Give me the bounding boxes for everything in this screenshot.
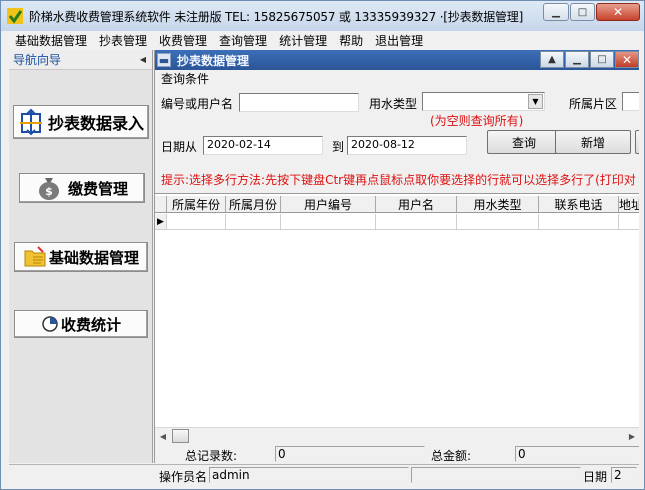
collapse-arrow-icon[interactable]: ◀: [140, 55, 146, 64]
menu-query[interactable]: 查询管理: [213, 32, 273, 49]
sidebar-item-label: 缴费管理: [67, 179, 128, 198]
scroll-left-icon[interactable]: ◀: [155, 429, 171, 444]
menu-exit[interactable]: 退出管理: [369, 32, 429, 49]
child-close-button[interactable]: ✕: [615, 51, 639, 68]
col-header-water-type[interactable]: 用水类型: [457, 196, 539, 212]
sidebar-item-payment[interactable]: $ 缴费管理: [19, 173, 145, 203]
query-button[interactable]: 查询: [487, 130, 561, 154]
status-bar: 操作员名 admin 日期 2: [9, 464, 639, 484]
area-select[interactable]: [622, 92, 639, 111]
title-bar: 阶梯水费收费管理系统软件 未注册版 TEL: 15825675057 或 133…: [1, 1, 644, 31]
child-title-bar: ▬ 抄表数据管理 ▲ ▁ □ ✕: [155, 50, 639, 70]
query-group-label: 查询条件: [161, 72, 210, 86]
status-spacer: [411, 467, 581, 483]
sidebar-item-label: 抄表数据录入: [47, 114, 144, 133]
col-header-month[interactable]: 所属月份: [226, 196, 281, 212]
sidebar-item-label: 收费统计: [60, 315, 121, 334]
grid-header-row: 所属年份 所属月份 用户编号 用户名 用水类型 联系电话 地址: [155, 196, 639, 213]
close-button[interactable]: ✕: [596, 3, 640, 21]
window-title: 阶梯水费收费管理系统软件 未注册版 TEL: 15825675057 或 133…: [29, 9, 524, 24]
menu-statistics[interactable]: 统计管理: [273, 32, 333, 49]
child-scroll-up-button[interactable]: ▲: [540, 51, 564, 68]
triangle-up-icon: ▲: [548, 54, 556, 65]
table-cell[interactable]: [281, 214, 376, 229]
user-input[interactable]: [239, 93, 359, 112]
app-logo-icon: [7, 8, 23, 24]
empty-query-hint: (为空则查询所有): [430, 114, 524, 128]
record-count-label: 总记录数:: [185, 449, 238, 463]
table-cell[interactable]: [226, 214, 281, 229]
table-row[interactable]: ▶: [155, 214, 639, 230]
child-maximize-button[interactable]: □: [590, 51, 614, 68]
minimize-icon: ▁: [552, 6, 560, 18]
operator-value: admin: [209, 467, 409, 483]
col-header-user-name[interactable]: 用户名: [376, 196, 457, 212]
sidebar-item-basic-data[interactable]: 基础数据管理: [14, 242, 148, 272]
close-icon: ✕: [621, 52, 633, 67]
meter-data-grid[interactable]: 所属年份 所属月份 用户编号 用户名 用水类型 联系电话 地址 ▶: [155, 193, 639, 443]
col-header-address[interactable]: 地址: [619, 196, 639, 212]
col-header-user-id[interactable]: 用户编号: [281, 196, 376, 212]
maximize-icon: □: [597, 54, 607, 65]
scroll-thumb[interactable]: [172, 429, 189, 443]
child-window-title: 抄表数据管理: [177, 53, 250, 68]
menu-basic-data[interactable]: 基础数据管理: [9, 32, 93, 49]
row-pointer-icon: ▶: [155, 214, 167, 229]
money-bag-icon: $: [38, 178, 59, 200]
meter-data-window: ▬ 抄表数据管理 ▲ ▁ □ ✕ 查询条件 编号或用户名 用水类型 ▼ 所属片区…: [154, 50, 639, 463]
water-type-select[interactable]: ▼: [422, 92, 545, 111]
table-cell[interactable]: [457, 214, 539, 229]
folder-icon: [24, 246, 46, 267]
date-from-label: 日期从: [161, 140, 198, 154]
total-amount-label: 总金额:: [431, 449, 472, 463]
user-label: 编号或用户名: [161, 97, 234, 111]
menu-meter-reading[interactable]: 抄表管理: [93, 32, 153, 49]
minimize-icon: ▁: [573, 54, 581, 65]
close-icon: ✕: [612, 5, 624, 19]
table-cell[interactable]: [539, 214, 619, 229]
maximize-button[interactable]: □: [570, 3, 595, 21]
date-to-input[interactable]: 2020-08-12: [347, 136, 467, 155]
sidebar-item-meter-entry[interactable]: 抄表数据录入: [13, 105, 149, 139]
date-value: 2: [611, 467, 637, 483]
table-cell[interactable]: [167, 214, 226, 229]
statistics-icon: [42, 316, 58, 332]
menu-bar: 基础数据管理 抄表管理 收费管理 查询管理 统计管理 帮助 退出管理: [9, 31, 639, 49]
sidebar-item-label: 基础数据管理: [48, 248, 139, 267]
sidebar-item-fee-statistics[interactable]: 收费统计: [14, 310, 148, 338]
minimize-button[interactable]: ▁: [543, 3, 569, 21]
date-label: 日期: [583, 470, 608, 484]
sidebar-title: 导航向导: [13, 53, 62, 67]
table-cell[interactable]: [619, 214, 639, 229]
sidebar-header: 导航向导 ◀: [9, 50, 152, 70]
maximize-icon: □: [577, 6, 588, 18]
record-count-value: 0: [275, 446, 425, 462]
operator-label: 操作员名: [159, 470, 208, 484]
chevron-down-icon: ▼: [528, 94, 543, 109]
date-to-label: 到: [332, 140, 345, 154]
total-amount-value: 0: [515, 446, 639, 462]
meter-entry-icon: [19, 108, 42, 136]
multi-select-tip: 提示:选择多行方法:先按下键盘Ctr键再点鼠标点取你要选择的行就可以选择多行了(…: [161, 173, 636, 187]
col-header-year[interactable]: 所属年份: [167, 196, 226, 212]
add-button[interactable]: 新增: [555, 130, 631, 154]
area-label: 所属片区: [569, 97, 618, 111]
water-type-label: 用水类型: [369, 97, 418, 111]
nav-sidebar: 导航向导 ◀ 抄表数据录入 $ 缴费管理 基础数据管理 收费统计: [9, 50, 153, 463]
main-window: 阶梯水费收费管理系统软件 未注册版 TEL: 15825675057 或 133…: [0, 0, 645, 490]
child-window-menu-icon[interactable]: ▬: [157, 53, 171, 67]
scroll-right-icon[interactable]: ▶: [624, 429, 639, 444]
date-from-input[interactable]: 2020-02-14: [203, 136, 323, 155]
table-cell[interactable]: [376, 214, 457, 229]
svg-text:$: $: [45, 185, 53, 198]
grid-corner: [155, 196, 167, 212]
child-minimize-button[interactable]: ▁: [565, 51, 589, 68]
menu-billing[interactable]: 收费管理: [153, 32, 213, 49]
menu-help[interactable]: 帮助: [333, 32, 369, 49]
more-button-edge[interactable]: [635, 130, 639, 154]
totals-bar: 总记录数: 0 总金额: 0: [155, 445, 639, 463]
horizontal-scrollbar[interactable]: ◀ ▶: [155, 427, 639, 444]
col-header-phone[interactable]: 联系电话: [539, 196, 619, 212]
